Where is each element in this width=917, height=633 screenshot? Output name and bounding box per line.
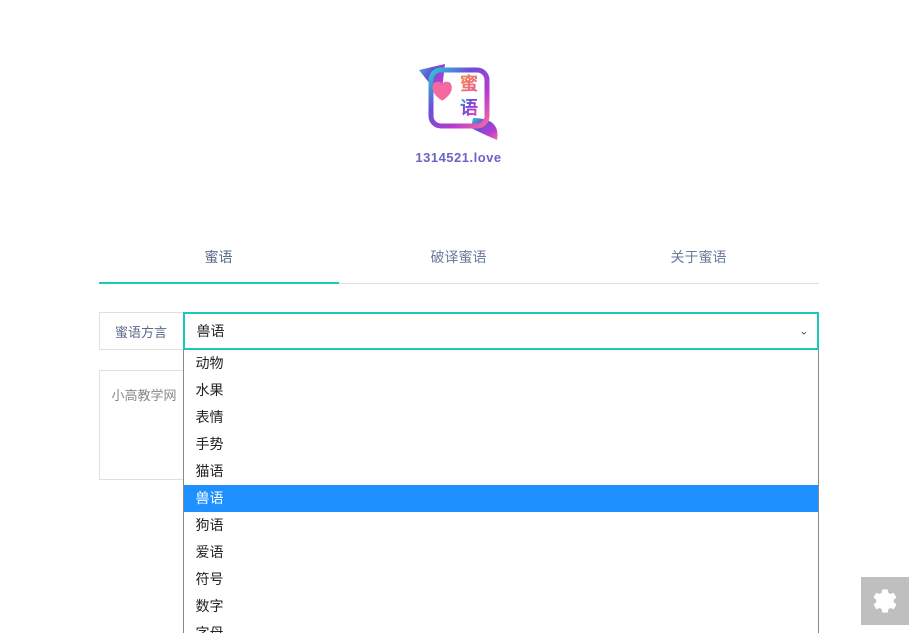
dialect-option[interactable]: 符号 [184,566,818,593]
logo-caption: 1314521.love [413,150,505,165]
dialect-row: 蜜语方言 兽语 ⌄ 动物水果表情手势猫语兽语狗语爱语符号数字字母 [99,312,819,350]
dialect-option[interactable]: 兽语 [184,485,818,512]
dialect-selected-text: 兽语 [197,321,225,341]
dialect-select[interactable]: 兽语 ⌄ [183,312,819,350]
dialect-option[interactable]: 字母 [184,620,818,633]
dialect-option[interactable]: 爱语 [184,539,818,566]
logo-image: 蜜 语 [413,60,505,144]
logo: 蜜 语 1314521.love [99,60,819,165]
gear-icon [871,587,899,615]
tab-label: 破译蜜语 [431,249,487,265]
dialect-dropdown: 动物水果表情手势猫语兽语狗语爱语符号数字字母 [183,350,819,633]
dialect-label: 蜜语方言 [99,312,183,350]
dialect-option[interactable]: 手势 [184,431,818,458]
textarea-placeholder: 小高教学网 [112,388,177,403]
dialect-option[interactable]: 数字 [184,593,818,620]
tab-encode[interactable]: 蜜语 [99,235,339,283]
settings-button[interactable] [861,577,909,625]
dialect-option[interactable]: 水果 [184,377,818,404]
tab-bar: 蜜语 破译蜜语 关于蜜语 [99,235,819,284]
dialect-option[interactable]: 狗语 [184,512,818,539]
dialect-option[interactable]: 表情 [184,404,818,431]
dialect-option[interactable]: 猫语 [184,458,818,485]
logo-char-bot: 语 [460,98,478,118]
tab-about[interactable]: 关于蜜语 [579,235,819,283]
tab-label: 关于蜜语 [671,249,727,265]
dialect-option[interactable]: 动物 [184,350,818,377]
tab-label: 蜜语 [205,249,233,265]
chevron-down-icon: ⌄ [799,325,808,338]
tab-decode[interactable]: 破译蜜语 [339,235,579,283]
logo-char-top: 蜜 [460,73,478,94]
